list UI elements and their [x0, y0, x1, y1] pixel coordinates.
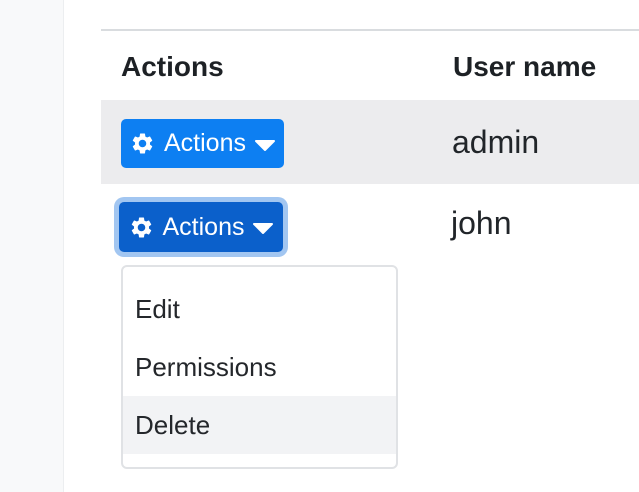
menu-item-permissions[interactable]: Permissions — [123, 338, 396, 396]
gear-icon — [132, 133, 153, 154]
menu-item-delete[interactable]: Delete — [123, 396, 396, 454]
caret-down-icon — [253, 223, 274, 234]
actions-dropdown-button-john[interactable]: Actions — [119, 202, 283, 252]
side-panel — [0, 0, 64, 492]
username-cell-john: john — [451, 205, 512, 241]
caret-down-icon — [254, 139, 275, 151]
gear-icon — [131, 217, 151, 237]
menu-item-edit[interactable]: Edit — [123, 280, 396, 338]
actions-dropdown-button-admin[interactable]: Actions — [121, 119, 284, 168]
column-header-actions: Actions — [121, 51, 224, 82]
column-header-user-name: User name — [453, 51, 597, 82]
actions-button-label: Actions — [162, 212, 245, 241]
table-top-border — [101, 29, 639, 31]
username-cell-admin: admin — [452, 124, 540, 160]
actions-button-label: Actions — [164, 129, 246, 157]
actions-dropdown-menu: Edit Permissions Delete — [121, 265, 398, 469]
